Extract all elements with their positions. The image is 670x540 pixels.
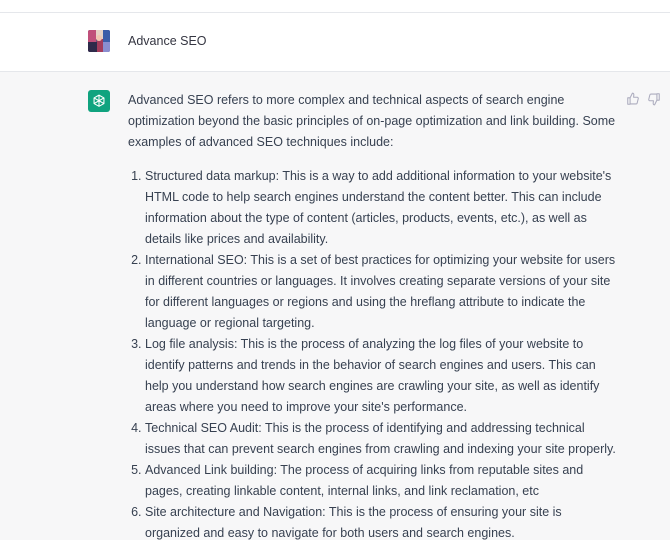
list-item: Log file analysis: This is the process o… [145,334,618,418]
list-item: Advanced Link building: The process of a… [145,460,618,502]
openai-logo-icon [93,94,105,107]
assistant-avatar [88,90,110,112]
answer-intro: Advanced SEO refers to more complex and … [128,93,616,149]
list-item: International SEO: This is a set of best… [145,250,618,334]
list-item: Technical SEO Audit: This is the process… [145,418,618,460]
list-item: Structured data markup: This is a way to… [145,166,618,250]
user-avatar [88,30,110,52]
user-message-row: Advance SEO [0,13,670,72]
thumbs-up-button[interactable] [626,92,640,106]
thumbs-up-icon [627,92,639,105]
assistant-answer: Advanced SEO refers to more complex and … [128,90,618,540]
list-item: Site architecture and Navigation: This i… [145,502,618,540]
thumbs-down-button[interactable] [647,92,661,106]
user-avatar-image [88,30,110,52]
techniques-list: Structured data markup: This is a way to… [128,166,618,540]
assistant-message-row: Advanced SEO refers to more complex and … [0,72,670,540]
thumbs-down-icon [648,93,660,106]
user-message-text: Advance SEO [128,34,207,48]
chat-page: Advance SEO Advanced SEO refers to more … [0,0,670,540]
